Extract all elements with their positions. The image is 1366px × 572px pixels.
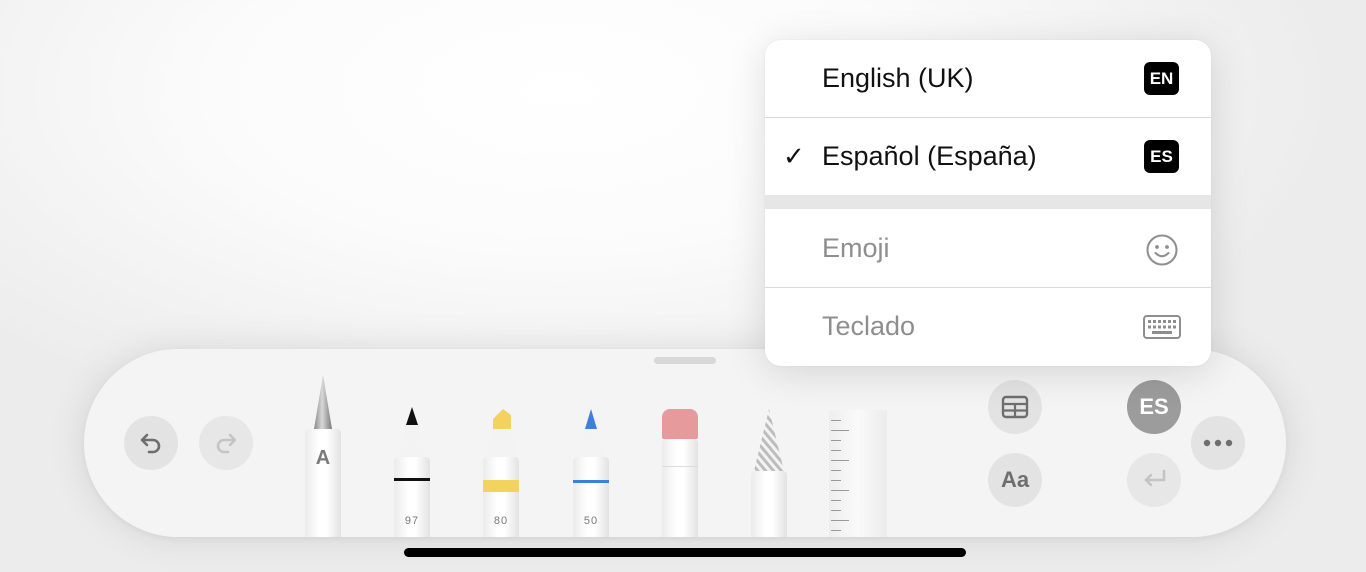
blue-pen-color-band bbox=[573, 480, 609, 483]
eraser-icon bbox=[662, 409, 698, 439]
ellipsis-icon bbox=[1203, 439, 1233, 447]
pen-size-label: 97 bbox=[404, 515, 420, 527]
table-icon bbox=[1001, 395, 1029, 419]
highlighter-size-label: 80 bbox=[493, 515, 509, 527]
menu-item-emoji[interactable]: Emoji bbox=[765, 210, 1211, 287]
menu-item-label: Teclado bbox=[822, 311, 916, 341]
menu-group-divider bbox=[765, 195, 1211, 209]
es-badge-icon: ES bbox=[1144, 140, 1179, 173]
menu-item-label: English (UK) bbox=[822, 63, 974, 93]
table-button[interactable] bbox=[988, 380, 1042, 434]
blue-pen-tip-icon bbox=[576, 409, 606, 461]
scribble-pencil-tool[interactable]: A bbox=[305, 375, 341, 537]
menu-item-label: Español (España) bbox=[822, 141, 1037, 171]
menu-item-espanol-espana[interactable]: ✓ Español (España) ES bbox=[765, 118, 1211, 195]
markup-toolbar: A 97 80 50 Aa ES bbox=[84, 349, 1286, 537]
toolbar-grabber[interactable] bbox=[654, 357, 716, 364]
lasso-tool[interactable] bbox=[751, 409, 787, 537]
blue-pen-size-label: 50 bbox=[583, 515, 599, 527]
eraser-tool[interactable] bbox=[662, 409, 698, 537]
return-icon bbox=[1144, 469, 1166, 487]
text-format-button[interactable]: Aa bbox=[988, 453, 1042, 507]
pencil-tip-icon bbox=[314, 375, 332, 429]
redo-icon bbox=[216, 433, 237, 454]
keyboard-icon bbox=[1143, 315, 1181, 339]
undo-button[interactable] bbox=[124, 416, 178, 470]
blue-pen-tool[interactable]: 50 bbox=[573, 409, 609, 537]
checkmark-icon: ✓ bbox=[783, 141, 805, 171]
pen-tip-icon bbox=[397, 407, 427, 459]
menu-item-english-uk[interactable]: English (UK) EN bbox=[765, 40, 1211, 117]
highlighter-tip-icon bbox=[485, 409, 517, 459]
language-button-label: ES bbox=[1139, 394, 1169, 419]
redo-button[interactable] bbox=[199, 416, 253, 470]
en-badge-icon: EN bbox=[1144, 62, 1179, 95]
undo-icon bbox=[140, 433, 161, 454]
return-button[interactable] bbox=[1127, 453, 1181, 507]
text-format-label: Aa bbox=[1000, 467, 1030, 492]
highlighter-color-band bbox=[483, 480, 519, 492]
menu-item-label: Emoji bbox=[822, 233, 890, 263]
language-menu: English (UK) EN ✓ Español (España) ES Em… bbox=[765, 40, 1211, 366]
highlighter-tool[interactable]: 80 bbox=[483, 409, 519, 537]
pencil-letter: A bbox=[315, 447, 331, 469]
lasso-icon bbox=[754, 409, 784, 471]
home-indicator[interactable] bbox=[404, 548, 966, 557]
more-button[interactable] bbox=[1191, 416, 1245, 470]
pen-tool[interactable]: 97 bbox=[394, 407, 430, 537]
language-button[interactable]: ES bbox=[1127, 380, 1181, 434]
pen-color-band bbox=[394, 478, 430, 481]
menu-item-keyboard[interactable]: Teclado bbox=[765, 288, 1211, 365]
ruler-tool[interactable] bbox=[829, 410, 887, 537]
smiley-icon bbox=[1146, 234, 1178, 266]
